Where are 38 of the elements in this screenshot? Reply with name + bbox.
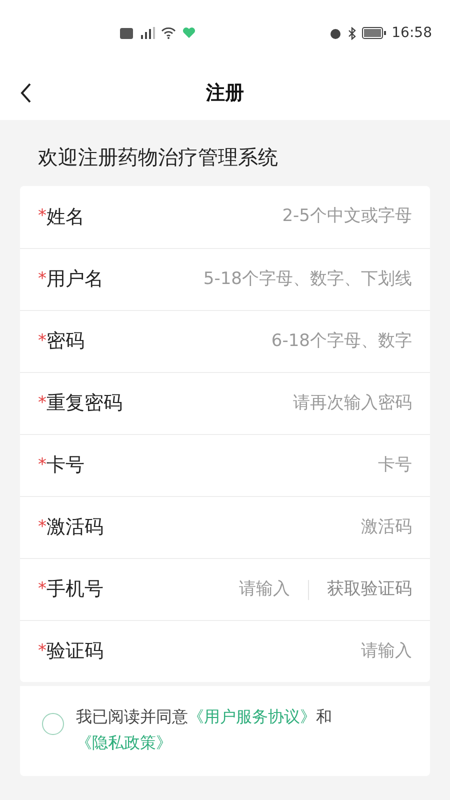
input-field[interactable]: 2-5个中文或字母	[96, 204, 412, 230]
field-label: 验证码	[46, 639, 104, 664]
field-label: 手机号	[46, 577, 104, 602]
required-mark: *	[38, 516, 46, 539]
required-mark: *	[38, 640, 46, 663]
input-field[interactable]: 6-18个字母、数字	[96, 328, 412, 354]
signal-icon	[139, 27, 155, 39]
input-field[interactable]: 请输入	[116, 638, 412, 664]
agreement-text: 我已阅读并同意《用户服务协议》和 《隐私政策》	[76, 706, 333, 754]
required-mark: *	[38, 330, 46, 353]
required-mark: *	[38, 578, 46, 601]
input-field[interactable]: 卡号	[96, 452, 412, 478]
clock-time: 16:58	[392, 24, 432, 42]
input-field[interactable]: 5-18个字母、数字、下划线	[116, 266, 412, 292]
required-mark: *	[38, 268, 46, 291]
field-label: 姓名	[46, 204, 84, 230]
back-icon	[20, 83, 32, 103]
input-field[interactable]: 请输入	[116, 576, 290, 602]
input-field[interactable]: 激活码	[116, 514, 412, 540]
battery-icon	[362, 27, 386, 39]
required-mark: *	[38, 454, 46, 477]
required-mark: *	[38, 392, 46, 415]
page-title: 注册	[206, 80, 244, 106]
privacy-policy-link[interactable]: 《隐私政策》	[76, 733, 172, 752]
required-mark: *	[38, 205, 46, 228]
field-label: 重复密码	[46, 391, 122, 416]
wifi-icon	[161, 27, 176, 39]
field-label: 密码	[46, 329, 84, 354]
field-label: 卡号	[46, 453, 84, 478]
get-code-button[interactable]: 获取验证码	[327, 576, 412, 602]
welcome-subtitle: 欢迎注册药物治疗管理系统	[38, 145, 278, 169]
field-label: 激活码	[46, 515, 104, 540]
field-label: 用户名	[46, 267, 104, 292]
heart-icon	[182, 27, 196, 39]
agreement-checkbox[interactable]	[42, 713, 64, 735]
bluetooth-icon	[348, 26, 356, 40]
service-agreement-link[interactable]: 《用户服务协议》	[188, 707, 316, 726]
input-field[interactable]: 请再次输入密码	[134, 390, 412, 416]
